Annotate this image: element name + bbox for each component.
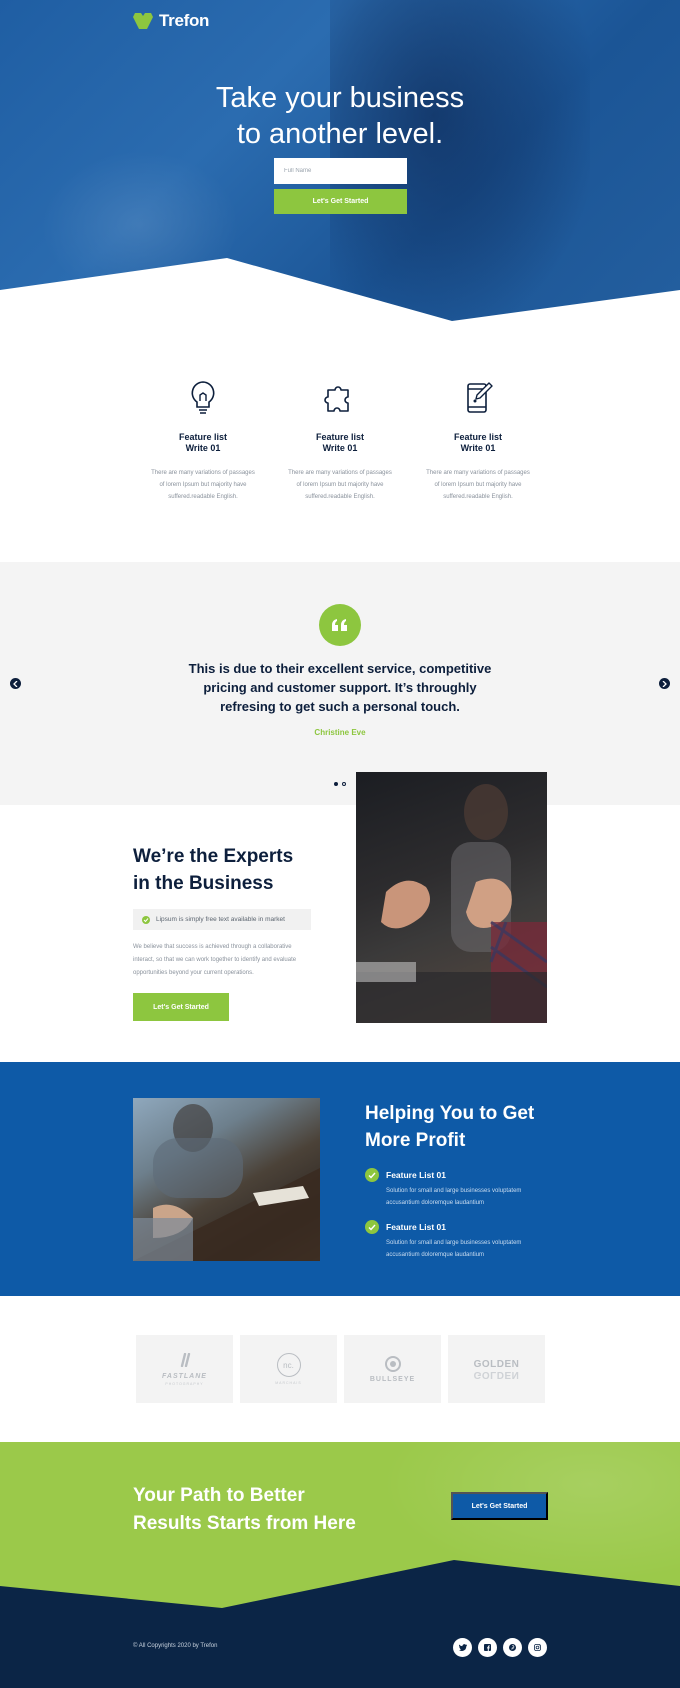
profit-feature-text: Solution for small and large businesses …: [386, 1240, 522, 1258]
puzzle-icon: [324, 386, 349, 412]
quote-badge: [319, 604, 361, 646]
feature-card: Feature list Write 01 There are many var…: [143, 380, 263, 503]
feature-card: Feature list Write 01 There are many var…: [418, 380, 538, 503]
chevron-left-icon: [13, 680, 18, 687]
nc-logo-ring: nc.: [276, 1353, 301, 1377]
pinterest-link[interactable]: [503, 1638, 522, 1657]
twitter-link[interactable]: [453, 1638, 472, 1657]
profit-feature-title: Feature List 01: [386, 1170, 446, 1180]
experts-description: We believe that success is achieved thro…: [133, 944, 297, 976]
pinterest-icon: [509, 1644, 516, 1651]
hero-get-started-button[interactable]: Let's Get Started: [274, 189, 407, 214]
social-links: [453, 1638, 547, 1657]
logo-text: Trefon: [159, 11, 210, 30]
brand-logo-fastlane: FASTLANE PHOTOGRAPHY: [136, 1335, 233, 1403]
profit-photo-illustration: [133, 1104, 320, 1261]
carousel-dot[interactable]: [334, 782, 338, 786]
experts-photo-illustration: [356, 784, 547, 1023]
fastlane-logo-icon: [180, 1352, 190, 1367]
experts-check-item: Lipsum is simply free text available in …: [133, 909, 311, 930]
feature-description: There are many variations of passages of…: [288, 470, 392, 500]
check-circle-icon: [365, 1220, 379, 1234]
bullseye-logo-icon: [384, 1355, 401, 1372]
hero-title-line-1: Take your business: [215, 82, 465, 114]
testimonial-author: Christine Eve: [314, 728, 366, 737]
testimonial-section: This is due to their excellent service, …: [0, 562, 680, 805]
experts-photo: [356, 772, 547, 1023]
hero-bottom-divider: [0, 258, 680, 330]
experts-get-started-button[interactable]: Let's Get Started: [133, 993, 229, 1021]
profit-title: Helping You to Get More Profit: [365, 1103, 535, 1151]
cta-get-started-button[interactable]: Let's Get Started: [451, 1492, 548, 1520]
feature-card: Feature list Write 01 There are many var…: [280, 380, 400, 503]
quote-icon: [332, 619, 347, 631]
logo-icon: [133, 13, 153, 29]
profit-feature-text: Solution for small and large businesses …: [386, 1188, 522, 1206]
carousel-prev-button[interactable]: [10, 678, 21, 689]
phone-edit-icon: [467, 382, 493, 413]
check-circle-icon: [365, 1168, 379, 1182]
feature-title: Feature list Write 01: [453, 432, 502, 453]
brand-logo-golden: GOLDEN GOLDEN: [448, 1335, 545, 1403]
hero-title-line-2: to another level.: [236, 118, 444, 150]
experts-title: We’re the Experts in the Business: [133, 846, 294, 894]
feature-description: There are many variations of passages of…: [426, 470, 530, 500]
copyright-text: © All Copyrights 2020 by Trefon: [133, 1643, 218, 1649]
profit-section: Helping You to Get More Profit Feature L…: [0, 1062, 680, 1296]
cta-title: Your Path to Better Results Starts from …: [133, 1485, 356, 1534]
facebook-link[interactable]: [478, 1638, 497, 1657]
chevron-right-icon: [662, 680, 667, 687]
carousel-dot[interactable]: [342, 782, 346, 786]
testimonial-quote: This is due to their excellent service, …: [188, 661, 492, 714]
logo[interactable]: Trefon: [132, 11, 209, 31]
feature-title: Feature list Write 01: [178, 432, 227, 453]
hero-title: Take your business to another level.: [0, 80, 680, 152]
brand-logo-nc: nc. MARCHAIS: [240, 1335, 337, 1403]
footer-background: [0, 1560, 680, 1688]
carousel-dots: [334, 782, 346, 786]
feature-description: There are many variations of passages of…: [151, 470, 255, 500]
facebook-icon: [484, 1644, 491, 1651]
instagram-link[interactable]: [528, 1638, 547, 1657]
instagram-icon: [534, 1644, 541, 1651]
brand-logo-bullseye: BULLSEYE: [344, 1335, 441, 1403]
full-name-input[interactable]: [274, 158, 407, 184]
carousel-next-button[interactable]: [659, 678, 670, 689]
feature-title: Feature list Write 01: [315, 432, 364, 453]
experts-check-text: Lipsum is simply free text available in …: [156, 916, 285, 923]
lightbulb-icon: [191, 381, 215, 414]
profit-feature-title: Feature List 01: [386, 1222, 446, 1232]
check-circle-icon: [142, 915, 150, 924]
profit-photo: [133, 1098, 320, 1261]
twitter-icon: [458, 1644, 467, 1651]
